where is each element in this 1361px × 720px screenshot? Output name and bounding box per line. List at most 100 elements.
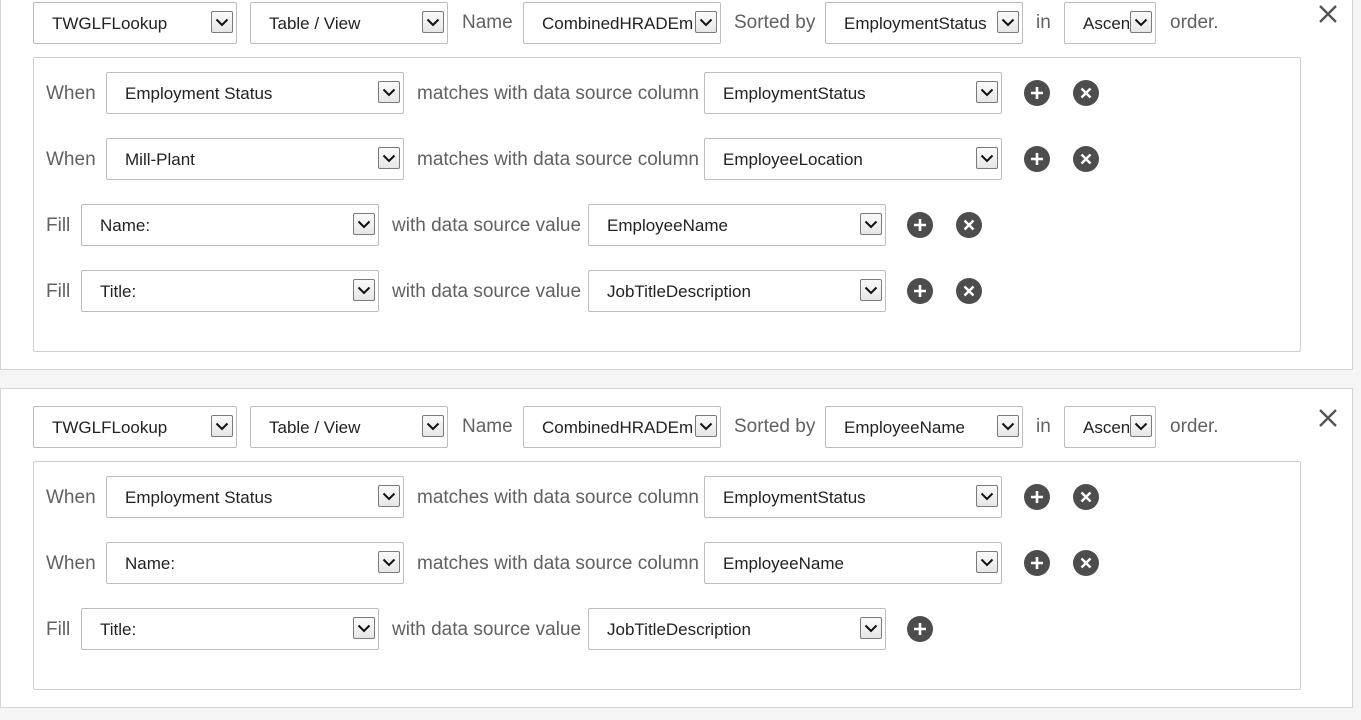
- plus-circle-icon[interactable]: [907, 278, 933, 304]
- fill-value-select[interactable]: JobTitleDescription: [588, 270, 886, 312]
- fill-value-value: EmployeeName: [607, 216, 728, 235]
- x-circle-icon[interactable]: [1073, 550, 1099, 576]
- when-label: When: [46, 83, 96, 104]
- condition-field-select[interactable]: Employment Status: [106, 476, 404, 518]
- close-icon[interactable]: [1317, 407, 1339, 429]
- chevron-down-icon[interactable]: [997, 11, 1019, 33]
- plus-circle-icon[interactable]: [907, 616, 933, 642]
- close-icon[interactable]: [1317, 3, 1339, 25]
- fill-field-select[interactable]: Name:: [81, 204, 379, 246]
- x-circle-icon[interactable]: [956, 278, 982, 304]
- sort-order-select[interactable]: Ascen: [1064, 406, 1156, 448]
- chevron-down-icon[interactable]: [211, 415, 233, 437]
- fill-field-select[interactable]: Title:: [81, 608, 379, 650]
- plus-circle-icon[interactable]: [907, 212, 933, 238]
- condition-field-select[interactable]: Employment Status: [106, 72, 404, 114]
- plus-circle-icon[interactable]: [1024, 484, 1050, 510]
- source-value: TWGLFLookup: [52, 14, 168, 33]
- condition-field-select[interactable]: Mill-Plant: [106, 138, 404, 180]
- sort-order-select[interactable]: Ascen: [1064, 2, 1156, 44]
- sort-column-value: EmployeeName: [844, 418, 965, 437]
- chevron-down-icon[interactable]: [997, 415, 1019, 437]
- name-select[interactable]: CombinedHRADEm: [523, 406, 721, 448]
- source-value: TWGLFLookup: [52, 418, 168, 437]
- chevron-down-icon[interactable]: [976, 551, 998, 573]
- condition-column-select[interactable]: EmploymentStatus: [704, 476, 1002, 518]
- source-select[interactable]: TWGLFLookup: [33, 2, 237, 44]
- chevron-down-icon[interactable]: [860, 279, 882, 301]
- fill-label: Fill: [46, 619, 71, 640]
- rules-container: When Employment Status matches with data…: [33, 57, 1301, 352]
- object-type-value: Table / View: [269, 418, 361, 437]
- in-label: in: [1036, 12, 1051, 33]
- x-circle-icon[interactable]: [956, 212, 982, 238]
- condition-column-select[interactable]: EmploymentStatus: [704, 72, 1002, 114]
- with-value-label: with data source value: [392, 215, 582, 236]
- fill-field-select[interactable]: Title:: [81, 270, 379, 312]
- chevron-down-icon[interactable]: [860, 213, 882, 235]
- name-select[interactable]: CombinedHRADEm: [523, 2, 721, 44]
- x-circle-icon[interactable]: [1073, 80, 1099, 106]
- name-value: CombinedHRADEm: [542, 418, 694, 437]
- object-type-select[interactable]: Table / View: [250, 406, 448, 448]
- chevron-down-icon[interactable]: [1130, 415, 1152, 437]
- chevron-down-icon[interactable]: [422, 415, 444, 437]
- when-label: When: [46, 487, 96, 508]
- condition-column-select[interactable]: EmployeeLocation: [704, 138, 1002, 180]
- condition-field-value: Name:: [125, 554, 176, 573]
- fill-field-value: Name:: [100, 216, 151, 235]
- x-circle-icon[interactable]: [1073, 146, 1099, 172]
- sorted-by-label: Sorted by: [734, 12, 816, 33]
- chevron-down-icon[interactable]: [353, 617, 375, 639]
- chevron-down-icon[interactable]: [695, 11, 717, 33]
- chevron-down-icon[interactable]: [976, 81, 998, 103]
- name-label: Name: [462, 416, 513, 437]
- name-label: Name: [462, 12, 513, 33]
- chevron-down-icon[interactable]: [211, 11, 233, 33]
- plus-circle-icon[interactable]: [1024, 146, 1050, 172]
- fill-label: Fill: [46, 281, 71, 302]
- when-label: When: [46, 553, 96, 574]
- condition-field-select[interactable]: Name:: [106, 542, 404, 584]
- chevron-down-icon[interactable]: [976, 147, 998, 169]
- x-circle-icon[interactable]: [1073, 484, 1099, 510]
- plus-circle-icon[interactable]: [1024, 80, 1050, 106]
- chevron-down-icon[interactable]: [378, 551, 400, 573]
- fill-value-select[interactable]: EmployeeName: [588, 204, 886, 246]
- chevron-down-icon[interactable]: [353, 279, 375, 301]
- matches-label: matches with data source column: [417, 83, 699, 104]
- lookup-panel-1: TWGLFLookup Table / View Name CombinedHR…: [0, 0, 1353, 370]
- fill-field-value: Title:: [100, 620, 137, 639]
- chevron-down-icon[interactable]: [860, 617, 882, 639]
- name-value: CombinedHRADEm: [542, 14, 694, 33]
- rules-container: When Employment Status matches with data…: [33, 461, 1301, 690]
- sort-column-value: EmploymentStatus: [844, 14, 987, 33]
- chevron-down-icon[interactable]: [976, 485, 998, 507]
- chevron-down-icon[interactable]: [378, 485, 400, 507]
- matches-label: matches with data source column: [417, 553, 699, 574]
- chevron-down-icon[interactable]: [695, 415, 717, 437]
- condition-field-value: Employment Status: [125, 84, 273, 103]
- source-select[interactable]: TWGLFLookup: [33, 406, 237, 448]
- condition-column-select[interactable]: EmployeeName: [704, 542, 1002, 584]
- fill-value-value: JobTitleDescription: [607, 620, 751, 639]
- condition-column-value: EmployeeName: [723, 554, 844, 573]
- chevron-down-icon[interactable]: [378, 81, 400, 103]
- sort-column-select[interactable]: EmployeeName: [825, 406, 1023, 448]
- in-label: in: [1036, 416, 1051, 437]
- with-value-label: with data source value: [392, 281, 582, 302]
- object-type-select[interactable]: Table / View: [250, 2, 448, 44]
- condition-column-value: EmploymentStatus: [723, 488, 866, 507]
- plus-circle-icon[interactable]: [1024, 550, 1050, 576]
- sort-order-value: Ascen: [1083, 418, 1129, 437]
- sort-column-select[interactable]: EmploymentStatus: [825, 2, 1023, 44]
- fill-value-value: JobTitleDescription: [607, 282, 751, 301]
- chevron-down-icon[interactable]: [378, 147, 400, 169]
- chevron-down-icon[interactable]: [422, 11, 444, 33]
- fill-label: Fill: [46, 215, 71, 236]
- chevron-down-icon[interactable]: [353, 213, 375, 235]
- matches-label: matches with data source column: [417, 487, 699, 508]
- fill-value-select[interactable]: JobTitleDescription: [588, 608, 886, 650]
- order-label: order.: [1170, 12, 1219, 33]
- chevron-down-icon[interactable]: [1130, 11, 1152, 33]
